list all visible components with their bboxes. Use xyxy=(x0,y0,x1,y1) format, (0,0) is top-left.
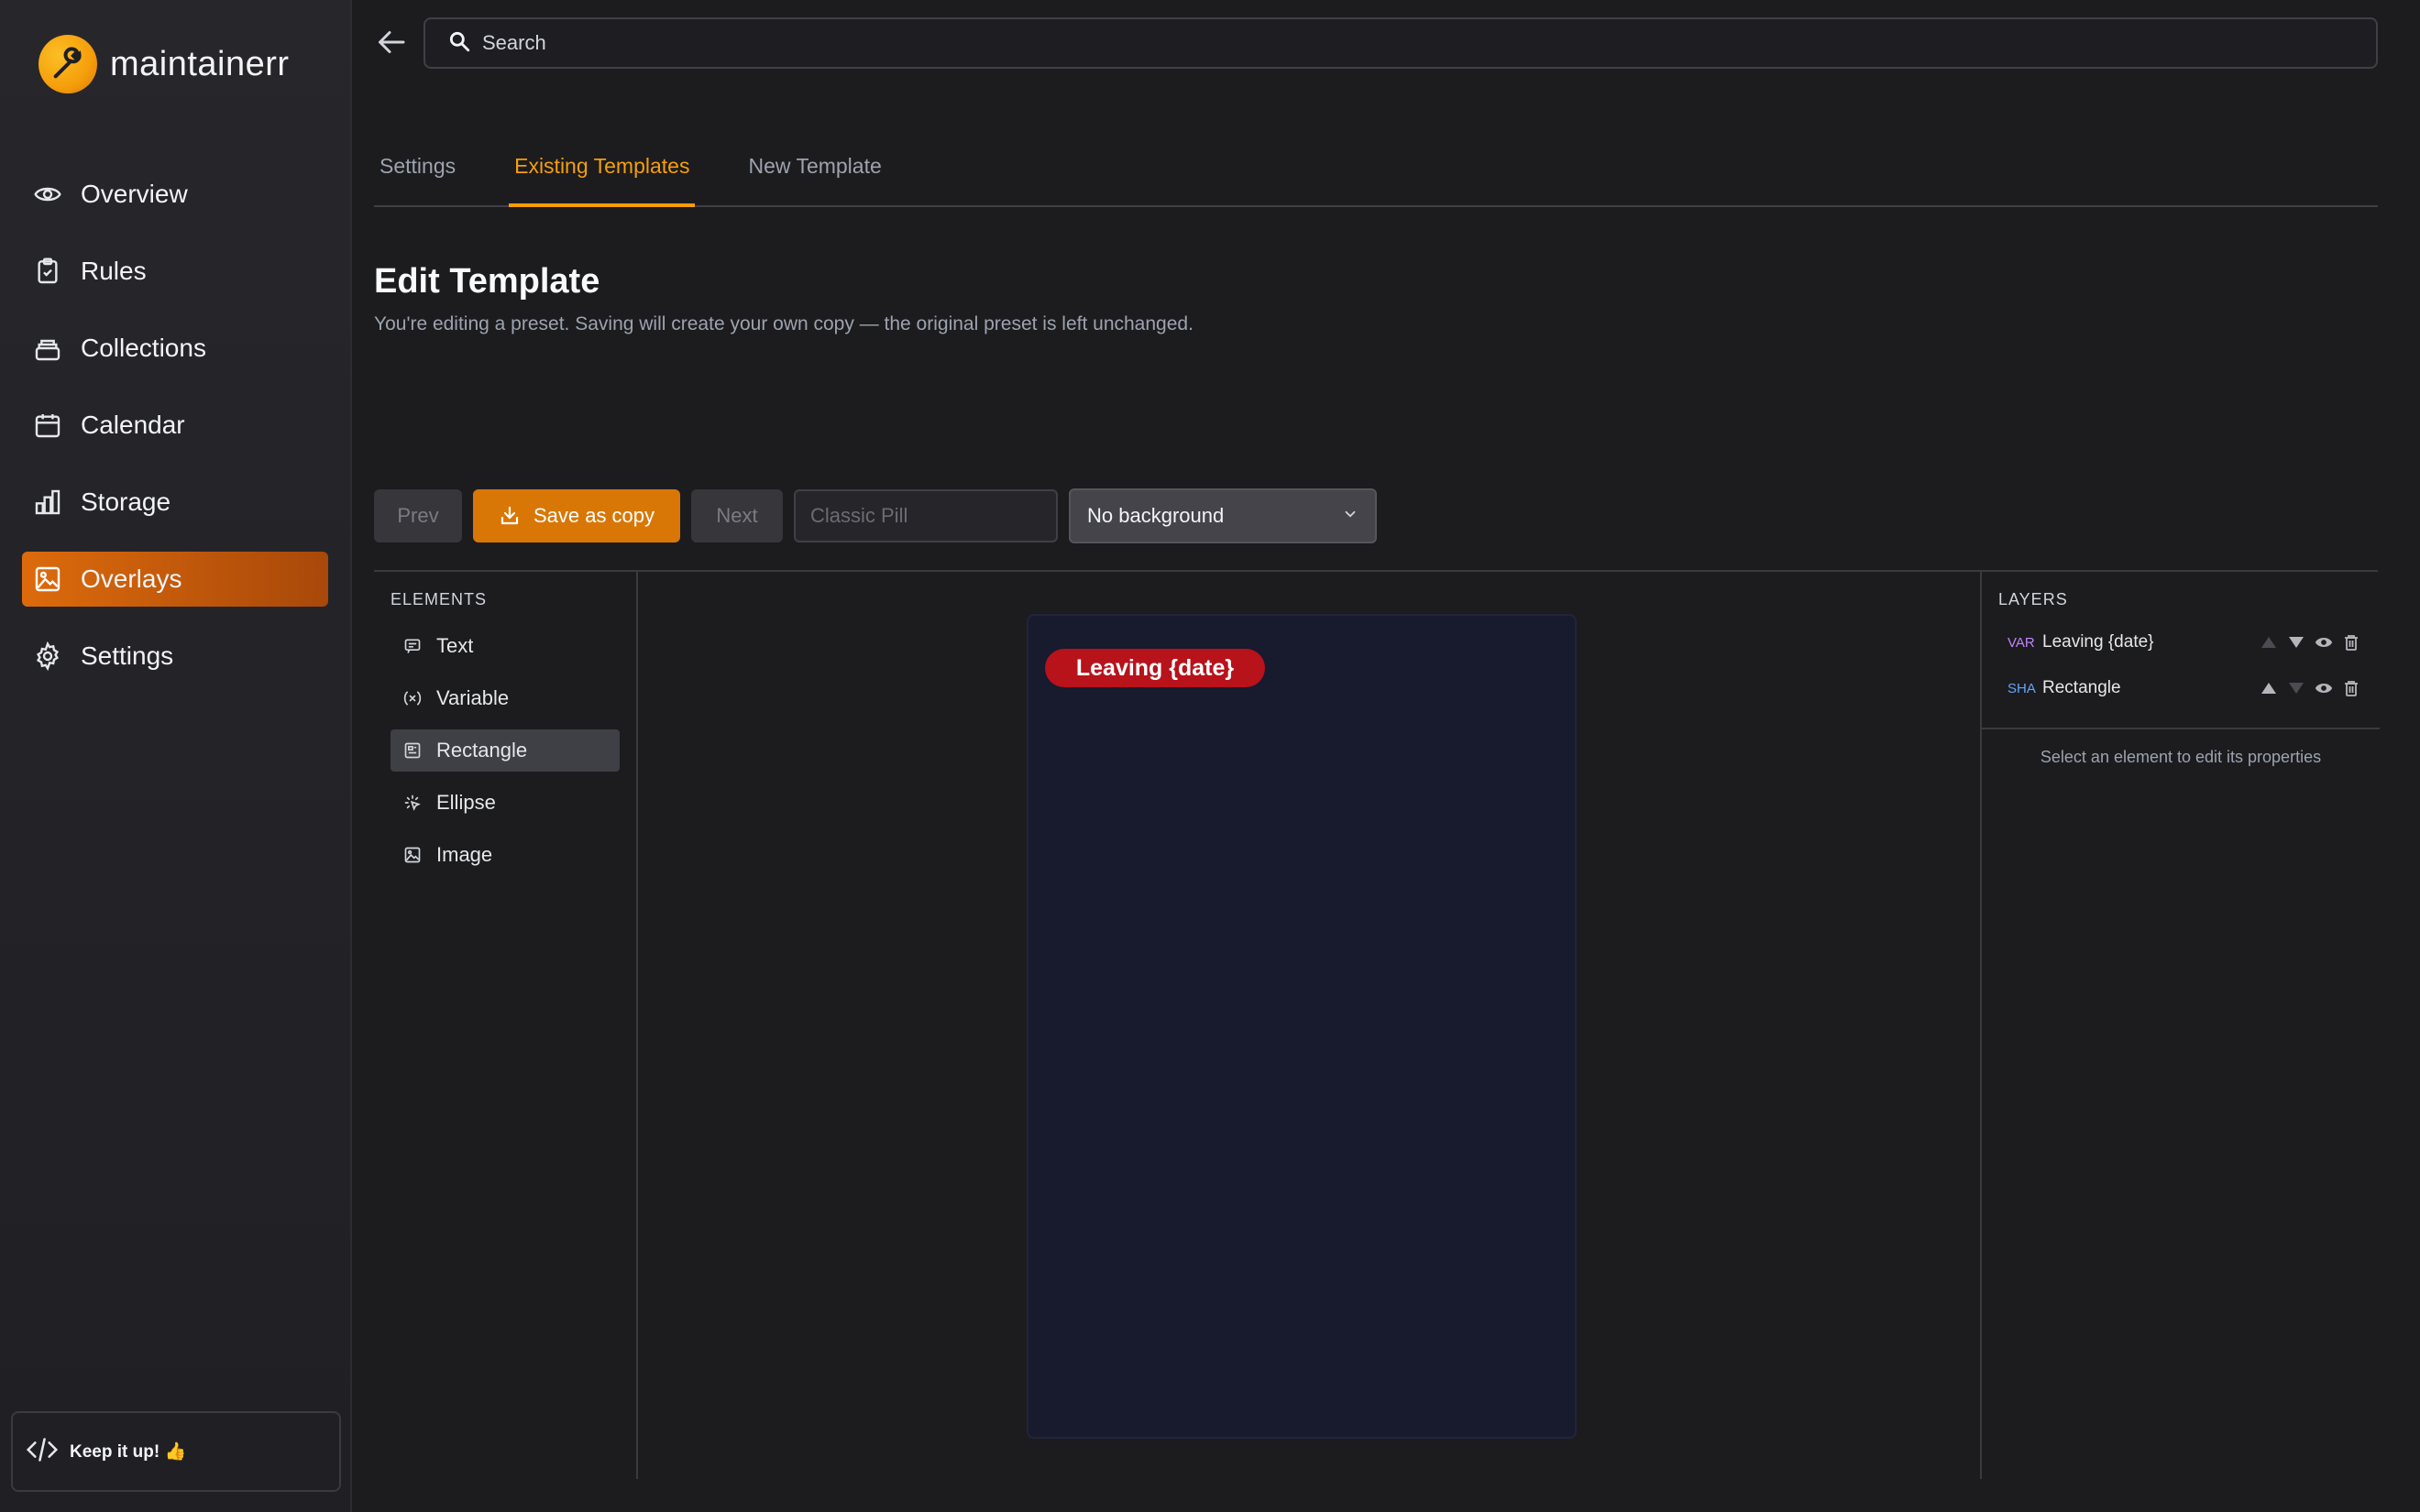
back-button[interactable] xyxy=(374,26,411,62)
code-icon xyxy=(26,1437,59,1467)
gear-icon xyxy=(33,641,62,671)
layer-actions xyxy=(2255,631,2365,653)
save-button-label: Save as copy xyxy=(533,504,655,527)
app-name: maintainerr xyxy=(110,44,290,83)
editor-toolbar: Prev Save as copy Next No background xyxy=(374,488,1377,543)
chevron-down-icon xyxy=(1342,504,1358,528)
template-name-input[interactable] xyxy=(794,489,1058,542)
element-label: Ellipse xyxy=(436,791,496,814)
layers-list: VAR Leaving {date} SHA Rectangle xyxy=(1998,629,2365,720)
tab-new-template[interactable]: New Template xyxy=(742,147,886,207)
elements-list: Text Variable Rectangle Ellipse Image xyxy=(390,625,620,886)
properties-hint: Select an element to edit its properties xyxy=(2040,748,2322,766)
layer-actions xyxy=(2255,677,2365,699)
tab-settings[interactable]: Settings xyxy=(374,147,461,207)
nav-item-overlays[interactable]: Overlays xyxy=(22,552,328,607)
nav-item-label: Overlays xyxy=(81,564,182,593)
text-icon xyxy=(402,635,424,657)
layer-name: Leaving {date} xyxy=(2042,632,2154,652)
tab-bar: Settings Existing Templates New Template xyxy=(374,147,2378,207)
main-nav: Overview Rules Collections Calendar Stor… xyxy=(22,167,328,706)
move-up-icon[interactable] xyxy=(2255,631,2282,653)
elements-panel: ELEMENTS Text Variable Rectangle Ellipse… xyxy=(374,572,638,1479)
background-select-value: No background xyxy=(1087,504,1225,527)
prev-button[interactable]: Prev xyxy=(374,489,462,542)
eye-icon xyxy=(33,180,62,209)
rectangle-icon xyxy=(402,740,424,761)
element-ellipse[interactable]: Ellipse xyxy=(390,782,620,824)
poster-canvas[interactable]: Leaving {date} xyxy=(1027,614,1577,1439)
elements-heading: ELEMENTS xyxy=(390,590,488,608)
element-label: Variable xyxy=(436,686,510,709)
layer-name: Rectangle xyxy=(2042,678,2121,697)
nav-item-label: Overview xyxy=(81,180,188,208)
sidebar: maintainerr Overview Rules Collections C… xyxy=(0,0,352,1512)
trash-icon[interactable] xyxy=(2338,677,2365,699)
search-icon xyxy=(447,29,471,58)
nav-item-label: Settings xyxy=(81,641,174,670)
layer-type-tag: VAR xyxy=(2008,634,2035,651)
wrench-logo-icon xyxy=(38,35,97,93)
nav-item-storage[interactable]: Storage xyxy=(22,475,328,530)
leaving-date-pill[interactable]: Leaving {date} xyxy=(1045,649,1265,687)
element-variable[interactable]: Variable xyxy=(390,677,620,719)
search-input[interactable] xyxy=(480,30,2222,56)
arrow-left-icon xyxy=(376,26,409,63)
nav-item-overview[interactable]: Overview xyxy=(22,167,328,222)
element-label: Rectangle xyxy=(436,739,528,761)
background-select[interactable]: No background xyxy=(1069,488,1377,543)
version-status-text: Keep it up! 👍 xyxy=(70,1442,187,1462)
layer-row[interactable]: VAR Leaving {date} xyxy=(1998,629,2365,656)
nav-item-label: Storage xyxy=(81,488,171,516)
nav-item-rules[interactable]: Rules xyxy=(22,244,328,299)
layer-row[interactable]: SHA Rectangle xyxy=(1998,674,2365,702)
move-down-icon[interactable] xyxy=(2282,677,2310,699)
ellipse-icon xyxy=(402,792,424,814)
page-subtitle: You're editing a preset. Saving will cre… xyxy=(374,313,1194,334)
variable-icon xyxy=(402,687,424,709)
next-button[interactable]: Next xyxy=(691,489,783,542)
element-text[interactable]: Text xyxy=(390,625,620,667)
save-download-icon xyxy=(499,505,521,527)
page-title: Edit Template xyxy=(374,262,600,301)
image-icon xyxy=(33,564,62,594)
element-rectangle[interactable]: Rectangle xyxy=(390,729,620,772)
trash-icon[interactable] xyxy=(2338,631,2365,653)
layers-panel: LAYERS VAR Leaving {date} SHA Rectangle xyxy=(1980,572,2380,1479)
element-image[interactable]: Image xyxy=(390,834,620,876)
layer-type-tag: SHA xyxy=(2008,680,2036,696)
visibility-eye-icon[interactable] xyxy=(2310,631,2338,653)
nav-item-settings[interactable]: Settings xyxy=(22,629,328,684)
nav-item-label: Calendar xyxy=(81,411,185,439)
nav-item-label: Collections xyxy=(81,334,206,362)
bar-chart-icon xyxy=(33,488,62,517)
app-root: maintainerr Overview Rules Collections C… xyxy=(0,0,2420,1512)
layers-divider xyxy=(1982,728,2380,729)
image-icon xyxy=(402,844,424,866)
version-status-box[interactable]: Keep it up! 👍 xyxy=(11,1411,341,1492)
search-bar[interactable] xyxy=(424,17,2378,69)
nav-item-calendar[interactable]: Calendar xyxy=(22,398,328,453)
stack-icon xyxy=(33,334,62,363)
app-logo[interactable]: maintainerr xyxy=(38,35,290,93)
template-editor: ELEMENTS Text Variable Rectangle Ellipse… xyxy=(374,570,2380,1479)
calendar-icon xyxy=(33,411,62,440)
save-as-copy-button[interactable]: Save as copy xyxy=(473,489,680,542)
move-down-icon[interactable] xyxy=(2282,631,2310,653)
canvas-area: Leaving {date} xyxy=(640,572,1987,1479)
nav-item-label: Rules xyxy=(81,257,147,285)
element-label: Image xyxy=(436,843,493,866)
clipboard-check-icon xyxy=(33,257,62,286)
tab-existing-templates[interactable]: Existing Templates xyxy=(509,147,696,207)
move-up-icon[interactable] xyxy=(2255,677,2282,699)
layers-heading: LAYERS xyxy=(1998,590,2068,608)
visibility-eye-icon[interactable] xyxy=(2310,677,2338,699)
element-label: Text xyxy=(436,634,474,657)
nav-item-collections[interactable]: Collections xyxy=(22,321,328,376)
